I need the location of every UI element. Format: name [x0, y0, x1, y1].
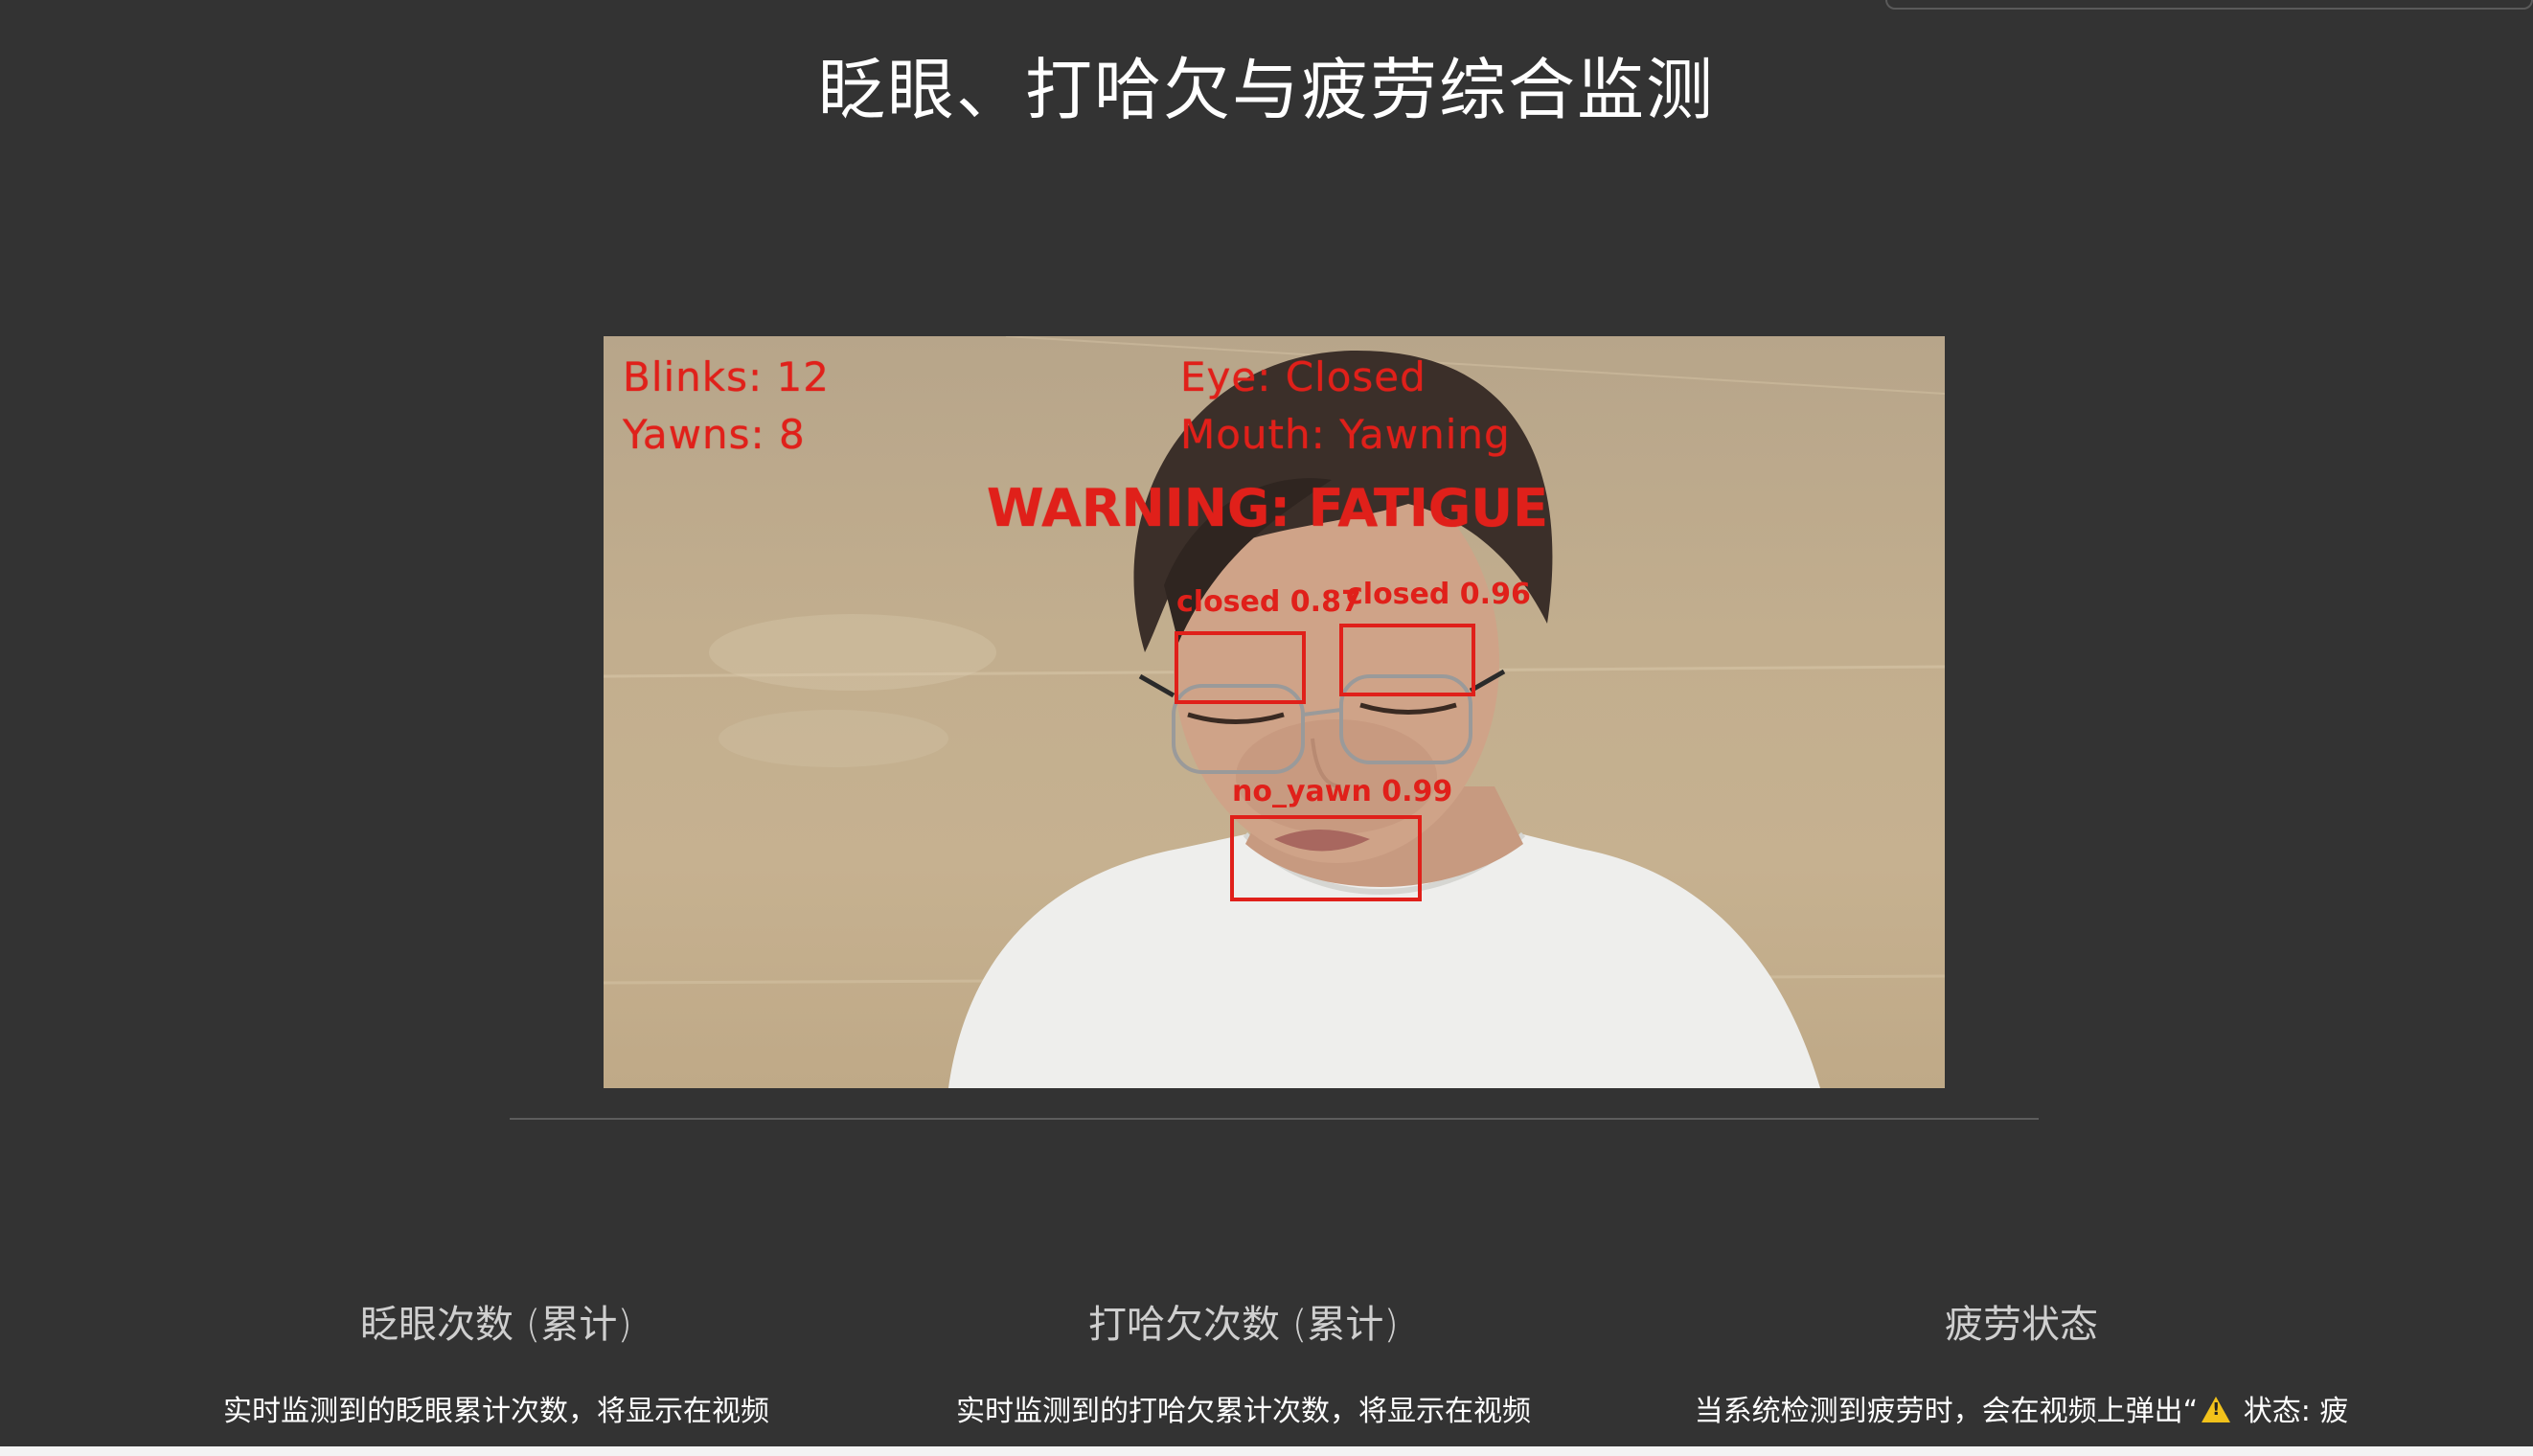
blink-count-card: 眨眼次数 (累计) 实时监测到的眨眼累计次数，将显示在视频 [132, 1293, 860, 1429]
card-description: 实时监测到的打哈欠累计次数，将显示在视频 [956, 1395, 1531, 1428]
mouth-detection-box [1230, 815, 1422, 901]
page: 眨眼、打哈欠与疲劳综合监测 Blinks: 12 Yawns: 8 Eye: C… [0, 0, 2533, 1456]
detection-label: closed 0.96 [1346, 578, 1531, 611]
card-title: 打哈欠次数 (累计) [1088, 1303, 1399, 1347]
section-divider [510, 1118, 2039, 1120]
detection-label: no_yawn 0.99 [1232, 775, 1453, 808]
yawn-count-card: 打哈欠次数 (累计) 实时监测到的打哈欠累计次数，将显示在视频 [879, 1293, 1608, 1429]
detection-label: closed 0.87 [1176, 585, 1361, 619]
video-feed: Blinks: 12 Yawns: 8 Eye: Closed Mouth: Y… [604, 336, 1945, 1088]
eye-detection-box [1175, 631, 1306, 704]
mouth-state-text: Mouth: Yawning [1180, 411, 1511, 458]
fatigue-state-card: 疲劳状态 当系统检测到疲劳时，会在视频上弹出“ 状态: 疲 [1657, 1293, 2385, 1429]
card-description: 实时监测到的眨眼累计次数，将显示在视频 [223, 1395, 769, 1428]
page-title: 眨眼、打哈欠与疲劳综合监测 [818, 51, 1715, 129]
top-panel-edge [1885, 0, 2533, 10]
card-title: 疲劳状态 [1945, 1303, 2098, 1347]
eye-detection-box [1339, 624, 1475, 696]
card-description: 当系统检测到疲劳时，会在视频上弹出“ 状态: 疲 [1657, 1387, 2385, 1429]
bottom-edge [0, 1446, 2533, 1456]
fatigue-warning-text: WARNING: FATIGUE [987, 478, 1548, 538]
card-description-text: 当系统检测到疲劳时，会在视频上弹出“ [1694, 1395, 2199, 1428]
blinks-counter: Blinks: 12 [623, 353, 830, 400]
card-description-text: 状态: 疲 [2234, 1395, 2349, 1428]
card-title: 眨眼次数 (累计) [360, 1303, 632, 1347]
warning-icon [2202, 1397, 2231, 1422]
eye-state-text: Eye: Closed [1180, 353, 1426, 400]
yawns-counter: Yawns: 8 [623, 411, 806, 458]
